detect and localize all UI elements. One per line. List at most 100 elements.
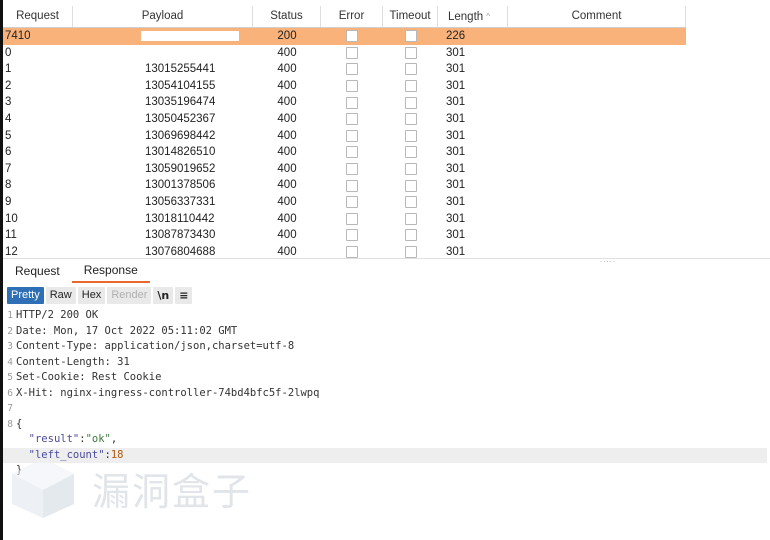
status-line: HTTP/2 200 OK xyxy=(16,309,99,321)
message-tabs: Request Response xyxy=(3,258,770,283)
cell-comment xyxy=(508,128,686,145)
tab-request[interactable]: Request xyxy=(3,260,72,282)
table-row[interactable]: 11 13087873430 400 301 xyxy=(3,227,686,244)
cell-payload: 13054104155 xyxy=(145,79,216,92)
column-header-length[interactable]: Length ^ xyxy=(438,6,508,27)
pretty-button[interactable]: Pretty xyxy=(7,286,44,304)
editor-line: 6 X-Hit: nginx-ingress-controller-74bd4bf… xyxy=(3,386,767,402)
hex-button[interactable]: Hex xyxy=(77,286,106,304)
cell-status: 400 xyxy=(277,229,297,242)
column-header-status[interactable]: Status xyxy=(253,6,321,27)
response-editor[interactable]: 1 HTTP/2 200 OK 2 Date: Mon, 17 Oct 2022 0… xyxy=(3,308,767,479)
column-header-error[interactable]: Error xyxy=(321,6,383,27)
table-row[interactable]: 7410 200 226 xyxy=(3,28,686,45)
render-button[interactable]: Render xyxy=(107,286,152,304)
column-header-timeout[interactable]: Timeout xyxy=(383,6,438,27)
cell-length: 301 xyxy=(446,179,466,192)
error-checkbox xyxy=(346,146,358,159)
timeout-checkbox xyxy=(404,113,417,126)
cell-length: 301 xyxy=(446,96,466,109)
cell-timeout xyxy=(383,61,438,78)
table-row[interactable]: 6 13014826510 400 301 xyxy=(3,144,686,161)
error-checkbox xyxy=(346,196,358,209)
table-row[interactable]: 9 13056337331 400 301 xyxy=(3,194,686,211)
cell-status: 400 xyxy=(277,96,297,109)
error-checkbox xyxy=(346,113,358,126)
cell-length: 301 xyxy=(446,46,466,59)
table-row[interactable]: 8 13001378506 400 301 xyxy=(3,177,686,194)
cell-request: 2 xyxy=(5,79,12,92)
cell-comment xyxy=(508,28,686,45)
cell-request: 3 xyxy=(5,96,12,109)
timeout-checkbox xyxy=(404,212,417,225)
cell-request: 4 xyxy=(5,112,12,125)
column-header-request[interactable]: Request xyxy=(3,6,73,27)
cell-timeout xyxy=(383,177,438,194)
cell-error xyxy=(321,227,383,244)
table-row[interactable]: 7 13059019652 400 301 xyxy=(3,161,686,178)
cell-timeout xyxy=(383,161,438,178)
editor-line: 7 xyxy=(3,401,767,417)
table-row[interactable]: 5 13069698442 400 301 xyxy=(3,128,686,145)
timeout-checkbox xyxy=(404,229,417,242)
table-row[interactable]: 10 13018110442 400 301 xyxy=(3,211,686,228)
x-hit-header: X-Hit: nginx-ingress-controller-74bd4bfc… xyxy=(16,386,320,399)
timeout-checkbox xyxy=(404,146,417,159)
cell-status: 400 xyxy=(277,129,297,142)
table-body: 7410 200 226 0 400 301 1 13015255441 400 301 2 1305… xyxy=(3,28,686,260)
redacted-payload xyxy=(141,30,239,41)
error-checkbox xyxy=(346,129,358,142)
timeout-checkbox xyxy=(404,96,417,109)
table-row[interactable]: 0 400 301 xyxy=(3,45,686,62)
cell-comment xyxy=(508,211,686,228)
cell-comment xyxy=(508,144,686,161)
cell-error xyxy=(321,45,383,62)
cell-error xyxy=(321,94,383,111)
cell-length: 301 xyxy=(446,79,466,92)
cell-payload: 13018110442 xyxy=(145,212,215,225)
column-header-comment[interactable]: Comment xyxy=(508,6,686,27)
cell-status: 400 xyxy=(277,179,297,192)
cell-status: 400 xyxy=(277,46,297,59)
cell-payload: 13087873430 xyxy=(145,229,216,242)
cell-request: 5 xyxy=(5,129,12,142)
line-number: 3 xyxy=(7,341,13,352)
editor-line: 5 Set-Cookie: Rest Cookie xyxy=(3,370,767,386)
table-row[interactable]: 1 13015255441 400 301 xyxy=(3,61,686,78)
table-row[interactable]: 2 13054104155 400 301 xyxy=(3,78,686,95)
column-header-payload[interactable]: Payload xyxy=(73,6,253,27)
cell-length: 301 xyxy=(446,63,466,76)
cell-comment xyxy=(508,45,686,62)
raw-button[interactable]: Raw xyxy=(45,286,76,304)
content-type-header: Content-Type: application/json,charset=u… xyxy=(16,340,295,352)
editor-toolbar: Pretty Raw Hex Render \n ≡ xyxy=(7,286,193,304)
timeout-checkbox xyxy=(404,163,417,176)
cell-comment xyxy=(508,194,686,211)
cell-comment xyxy=(508,61,686,78)
cell-request: 1 xyxy=(5,63,12,76)
menu-icon[interactable]: ≡ xyxy=(175,286,193,304)
cell-request: 6 xyxy=(5,146,12,159)
cell-comment xyxy=(508,94,686,111)
cell-error xyxy=(321,78,383,95)
newline-toggle-button[interactable]: \n xyxy=(153,286,174,304)
editor-line: 2 Date: Mon, 17 Oct 2022 05:11:02 GMT xyxy=(3,324,767,340)
column-header-length-label: Length xyxy=(448,11,484,23)
cell-comment xyxy=(508,111,686,128)
error-checkbox xyxy=(346,229,358,242)
table-row[interactable]: 4 13050452367 400 301 xyxy=(3,111,686,128)
cell-payload: 13050452367 xyxy=(145,112,216,125)
cell-request: 9 xyxy=(5,195,12,208)
error-checkbox xyxy=(346,80,358,93)
watermark-text: 漏洞盒子 xyxy=(92,469,253,514)
watermark-cube-icon xyxy=(12,458,74,518)
timeout-checkbox xyxy=(404,46,417,59)
sort-ascending-icon: ^ xyxy=(486,12,490,21)
editor-line: 3 Content-Type: application/json,charset=… xyxy=(3,339,767,355)
cell-payload: 13001378506 xyxy=(145,179,216,192)
tab-response[interactable]: Response xyxy=(71,259,150,283)
editor-line: 4 Content-Length: 31 xyxy=(3,355,767,371)
timeout-checkbox xyxy=(404,246,417,259)
table-row[interactable]: 3 13035196474 400 301 xyxy=(3,94,686,111)
cell-timeout xyxy=(383,194,438,211)
